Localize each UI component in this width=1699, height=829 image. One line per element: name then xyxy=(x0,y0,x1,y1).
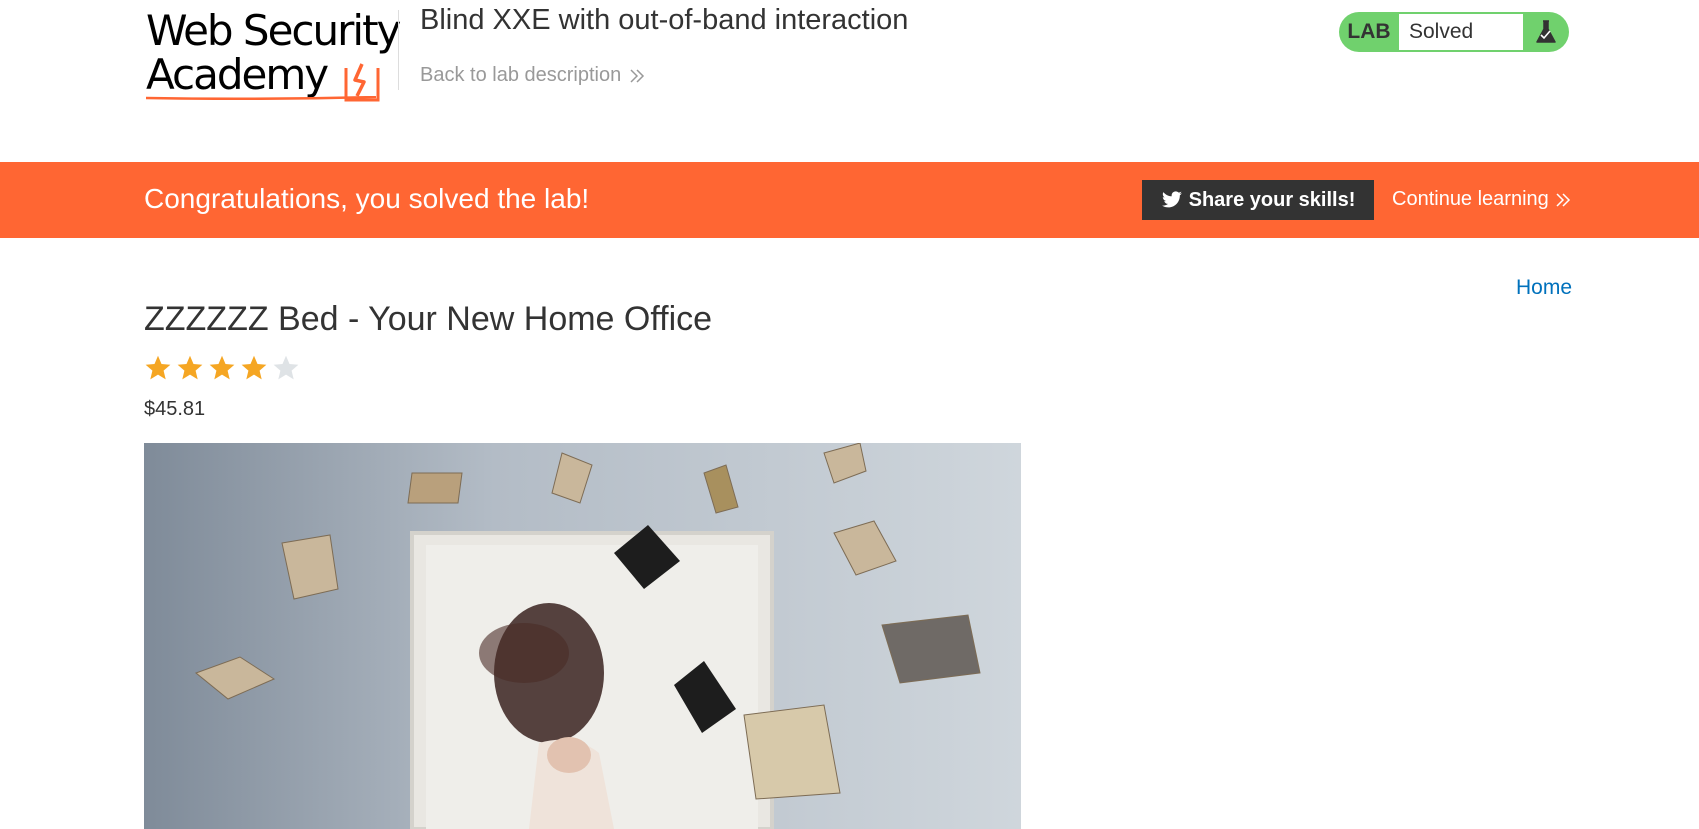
lab-title: Blind XXE with out-of-band interaction xyxy=(420,4,909,36)
twitter-icon xyxy=(1161,191,1182,208)
flask-icon xyxy=(1536,20,1556,43)
congratulations-message: Congratulations, you solved the lab! xyxy=(144,183,590,214)
logo-text-line2: Academy xyxy=(146,50,329,99)
double-chevron-right-icon xyxy=(630,68,645,83)
star-filled-icon xyxy=(241,355,267,380)
lab-status-text: Solved xyxy=(1399,14,1523,50)
star-filled-icon xyxy=(177,355,203,380)
header-divider xyxy=(398,10,399,90)
continue-learning-label: Continue learning xyxy=(1392,188,1549,210)
star-rating xyxy=(144,354,300,382)
double-chevron-right-icon xyxy=(1556,192,1570,207)
share-your-skills-button[interactable]: Share your skills! xyxy=(1142,180,1374,220)
product-image xyxy=(144,443,1021,829)
web-security-academy-logo[interactable]: Web Security Academy xyxy=(146,6,401,102)
continue-learning-link[interactable]: Continue learning xyxy=(1392,188,1571,211)
lab-flask xyxy=(1523,12,1569,52)
lab-tag: LAB xyxy=(1347,20,1391,43)
product-price: $45.81 xyxy=(144,398,206,420)
star-filled-icon xyxy=(145,355,171,380)
star-filled-icon xyxy=(209,355,235,380)
logo-underline xyxy=(146,96,376,100)
page-header: Web Security Academy Blind XXE with out-… xyxy=(0,0,1699,162)
lab-solved-banner: Congratulations, you solved the lab! Sha… xyxy=(0,162,1699,238)
product-photo xyxy=(144,443,1021,829)
home-link[interactable]: Home xyxy=(1516,276,1572,300)
back-link-label: Back to lab description xyxy=(420,64,622,86)
back-to-lab-description-link[interactable]: Back to lab description xyxy=(420,64,645,87)
lab-status-badge: LAB Solved xyxy=(1339,12,1569,52)
logo-text-line1: Web Security xyxy=(146,6,401,55)
product-title: ZZZZZZ Bed - Your New Home Office xyxy=(144,300,713,338)
star-empty-icon xyxy=(273,355,299,380)
share-button-label: Share your skills! xyxy=(1188,188,1356,211)
